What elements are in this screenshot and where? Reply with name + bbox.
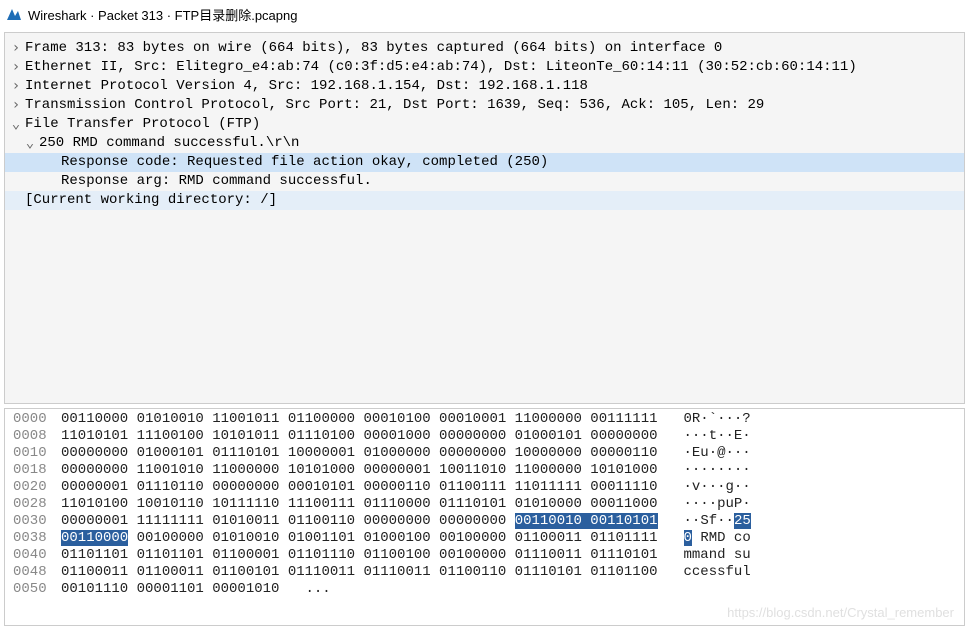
hex-row[interactable]: 004001101101 01101101 01100001 01101110 … — [5, 547, 964, 564]
tree-ftp-response[interactable]: ⌄250 RMD command successful.\r\n — [5, 134, 964, 153]
expand-icon[interactable]: › — [9, 77, 23, 96]
hex-ascii[interactable]: ········ — [684, 462, 751, 479]
collapse-icon[interactable]: ⌄ — [23, 134, 37, 153]
hex-bytes[interactable]: 00000001 11111111 01010011 01100110 0000… — [61, 513, 658, 530]
hex-offset: 0000 — [13, 411, 61, 428]
hex-offset: 0030 — [13, 513, 61, 530]
hex-row[interactable]: 003800110000 00100000 01010010 01001101 … — [5, 530, 964, 547]
hex-bytes[interactable]: 11010100 10010110 10111110 11100111 0111… — [61, 496, 658, 513]
tree-cwd[interactable]: [Current working directory: /] — [5, 191, 964, 210]
hex-ascii[interactable]: ···t··E· — [684, 428, 751, 445]
hex-row[interactable]: 002000000001 01110110 00000000 00010101 … — [5, 479, 964, 496]
hex-bytes[interactable]: 00110000 00100000 01010010 01001101 0100… — [61, 530, 658, 547]
hex-row[interactable]: 000811010101 11100100 10101011 01110100 … — [5, 428, 964, 445]
hex-offset: 0028 — [13, 496, 61, 513]
window-title: Wireshark · Packet 313 · FTP目录删除.pcapng — [28, 5, 297, 24]
tree-ip[interactable]: ›Internet Protocol Version 4, Src: 192.1… — [5, 77, 964, 96]
hex-ascii[interactable]: mmand su — [684, 547, 751, 564]
hex-row[interactable]: 004801100011 01100011 01100101 01110011 … — [5, 564, 964, 581]
hex-row[interactable]: 003000000001 11111111 01010011 01100110 … — [5, 513, 964, 530]
expand-icon[interactable]: › — [9, 39, 23, 58]
hex-ascii[interactable]: ·v···g·· — [684, 479, 751, 496]
hex-ascii[interactable]: 0R·`···? — [684, 411, 751, 428]
hex-ascii[interactable]: 0 RMD co — [684, 530, 751, 547]
wireshark-icon — [6, 6, 22, 22]
hex-offset: 0048 — [13, 564, 61, 581]
hex-row[interactable]: 002811010100 10010110 10111110 11100111 … — [5, 496, 964, 513]
window-titlebar: Wireshark · Packet 313 · FTP目录删除.pcapng — [0, 0, 969, 28]
hex-offset: 0010 — [13, 445, 61, 462]
hex-row[interactable]: 005000101110 00001101 00001010... — [5, 581, 964, 598]
tree-response-code[interactable]: Response code: Requested file action oka… — [5, 153, 964, 172]
hex-offset: 0040 — [13, 547, 61, 564]
expand-icon[interactable]: › — [9, 96, 23, 115]
hex-bytes[interactable]: 01101101 01101101 01100001 01101110 0110… — [61, 547, 658, 564]
hex-bytes[interactable]: 00000000 11001010 11000000 10101000 0000… — [61, 462, 658, 479]
hex-bytes[interactable]: 00101110 00001101 00001010 — [61, 581, 279, 598]
expand-icon[interactable]: › — [9, 58, 23, 77]
tree-ethernet[interactable]: ›Ethernet II, Src: Elitegro_e4:ab:74 (c0… — [5, 58, 964, 77]
hex-bytes[interactable]: 11010101 11100100 10101011 01110100 0000… — [61, 428, 658, 445]
hex-ascii[interactable]: ccessful — [684, 564, 751, 581]
hex-ascii[interactable]: ·Eu·@··· — [684, 445, 751, 462]
hex-row[interactable]: 000000110000 01010010 11001011 01100000 … — [5, 411, 964, 428]
hex-offset: 0018 — [13, 462, 61, 479]
hex-bytes[interactable]: 01100011 01100011 01100101 01110011 0111… — [61, 564, 658, 581]
hex-offset: 0008 — [13, 428, 61, 445]
hex-offset: 0038 — [13, 530, 61, 547]
tree-response-arg[interactable]: Response arg: RMD command successful. — [5, 172, 964, 191]
packet-details-pane[interactable]: ›Frame 313: 83 bytes on wire (664 bits),… — [4, 32, 965, 404]
watermark-text: https://blog.csdn.net/Crystal_remember — [727, 604, 954, 621]
hex-bytes[interactable]: 00000001 01110110 00000000 00010101 0000… — [61, 479, 658, 496]
hex-offset: 0050 — [13, 581, 61, 598]
hex-offset: 0020 — [13, 479, 61, 496]
hex-bytes[interactable]: 00000000 01000101 01110101 10000001 0100… — [61, 445, 658, 462]
packet-bytes-pane[interactable]: 000000110000 01010010 11001011 01100000 … — [4, 408, 965, 626]
collapse-icon[interactable]: ⌄ — [9, 115, 23, 134]
hex-ascii[interactable]: ··Sf··25 — [684, 513, 751, 530]
hex-row[interactable]: 001800000000 11001010 11000000 10101000 … — [5, 462, 964, 479]
tree-ftp[interactable]: ⌄File Transfer Protocol (FTP) — [5, 115, 964, 134]
hex-bytes[interactable]: 00110000 01010010 11001011 01100000 0001… — [61, 411, 658, 428]
hex-ascii[interactable]: ... — [305, 581, 330, 598]
tree-tcp[interactable]: ›Transmission Control Protocol, Src Port… — [5, 96, 964, 115]
hex-ascii[interactable]: ····puP· — [684, 496, 751, 513]
hex-row[interactable]: 001000000000 01000101 01110101 10000001 … — [5, 445, 964, 462]
tree-frame[interactable]: ›Frame 313: 83 bytes on wire (664 bits),… — [5, 39, 964, 58]
